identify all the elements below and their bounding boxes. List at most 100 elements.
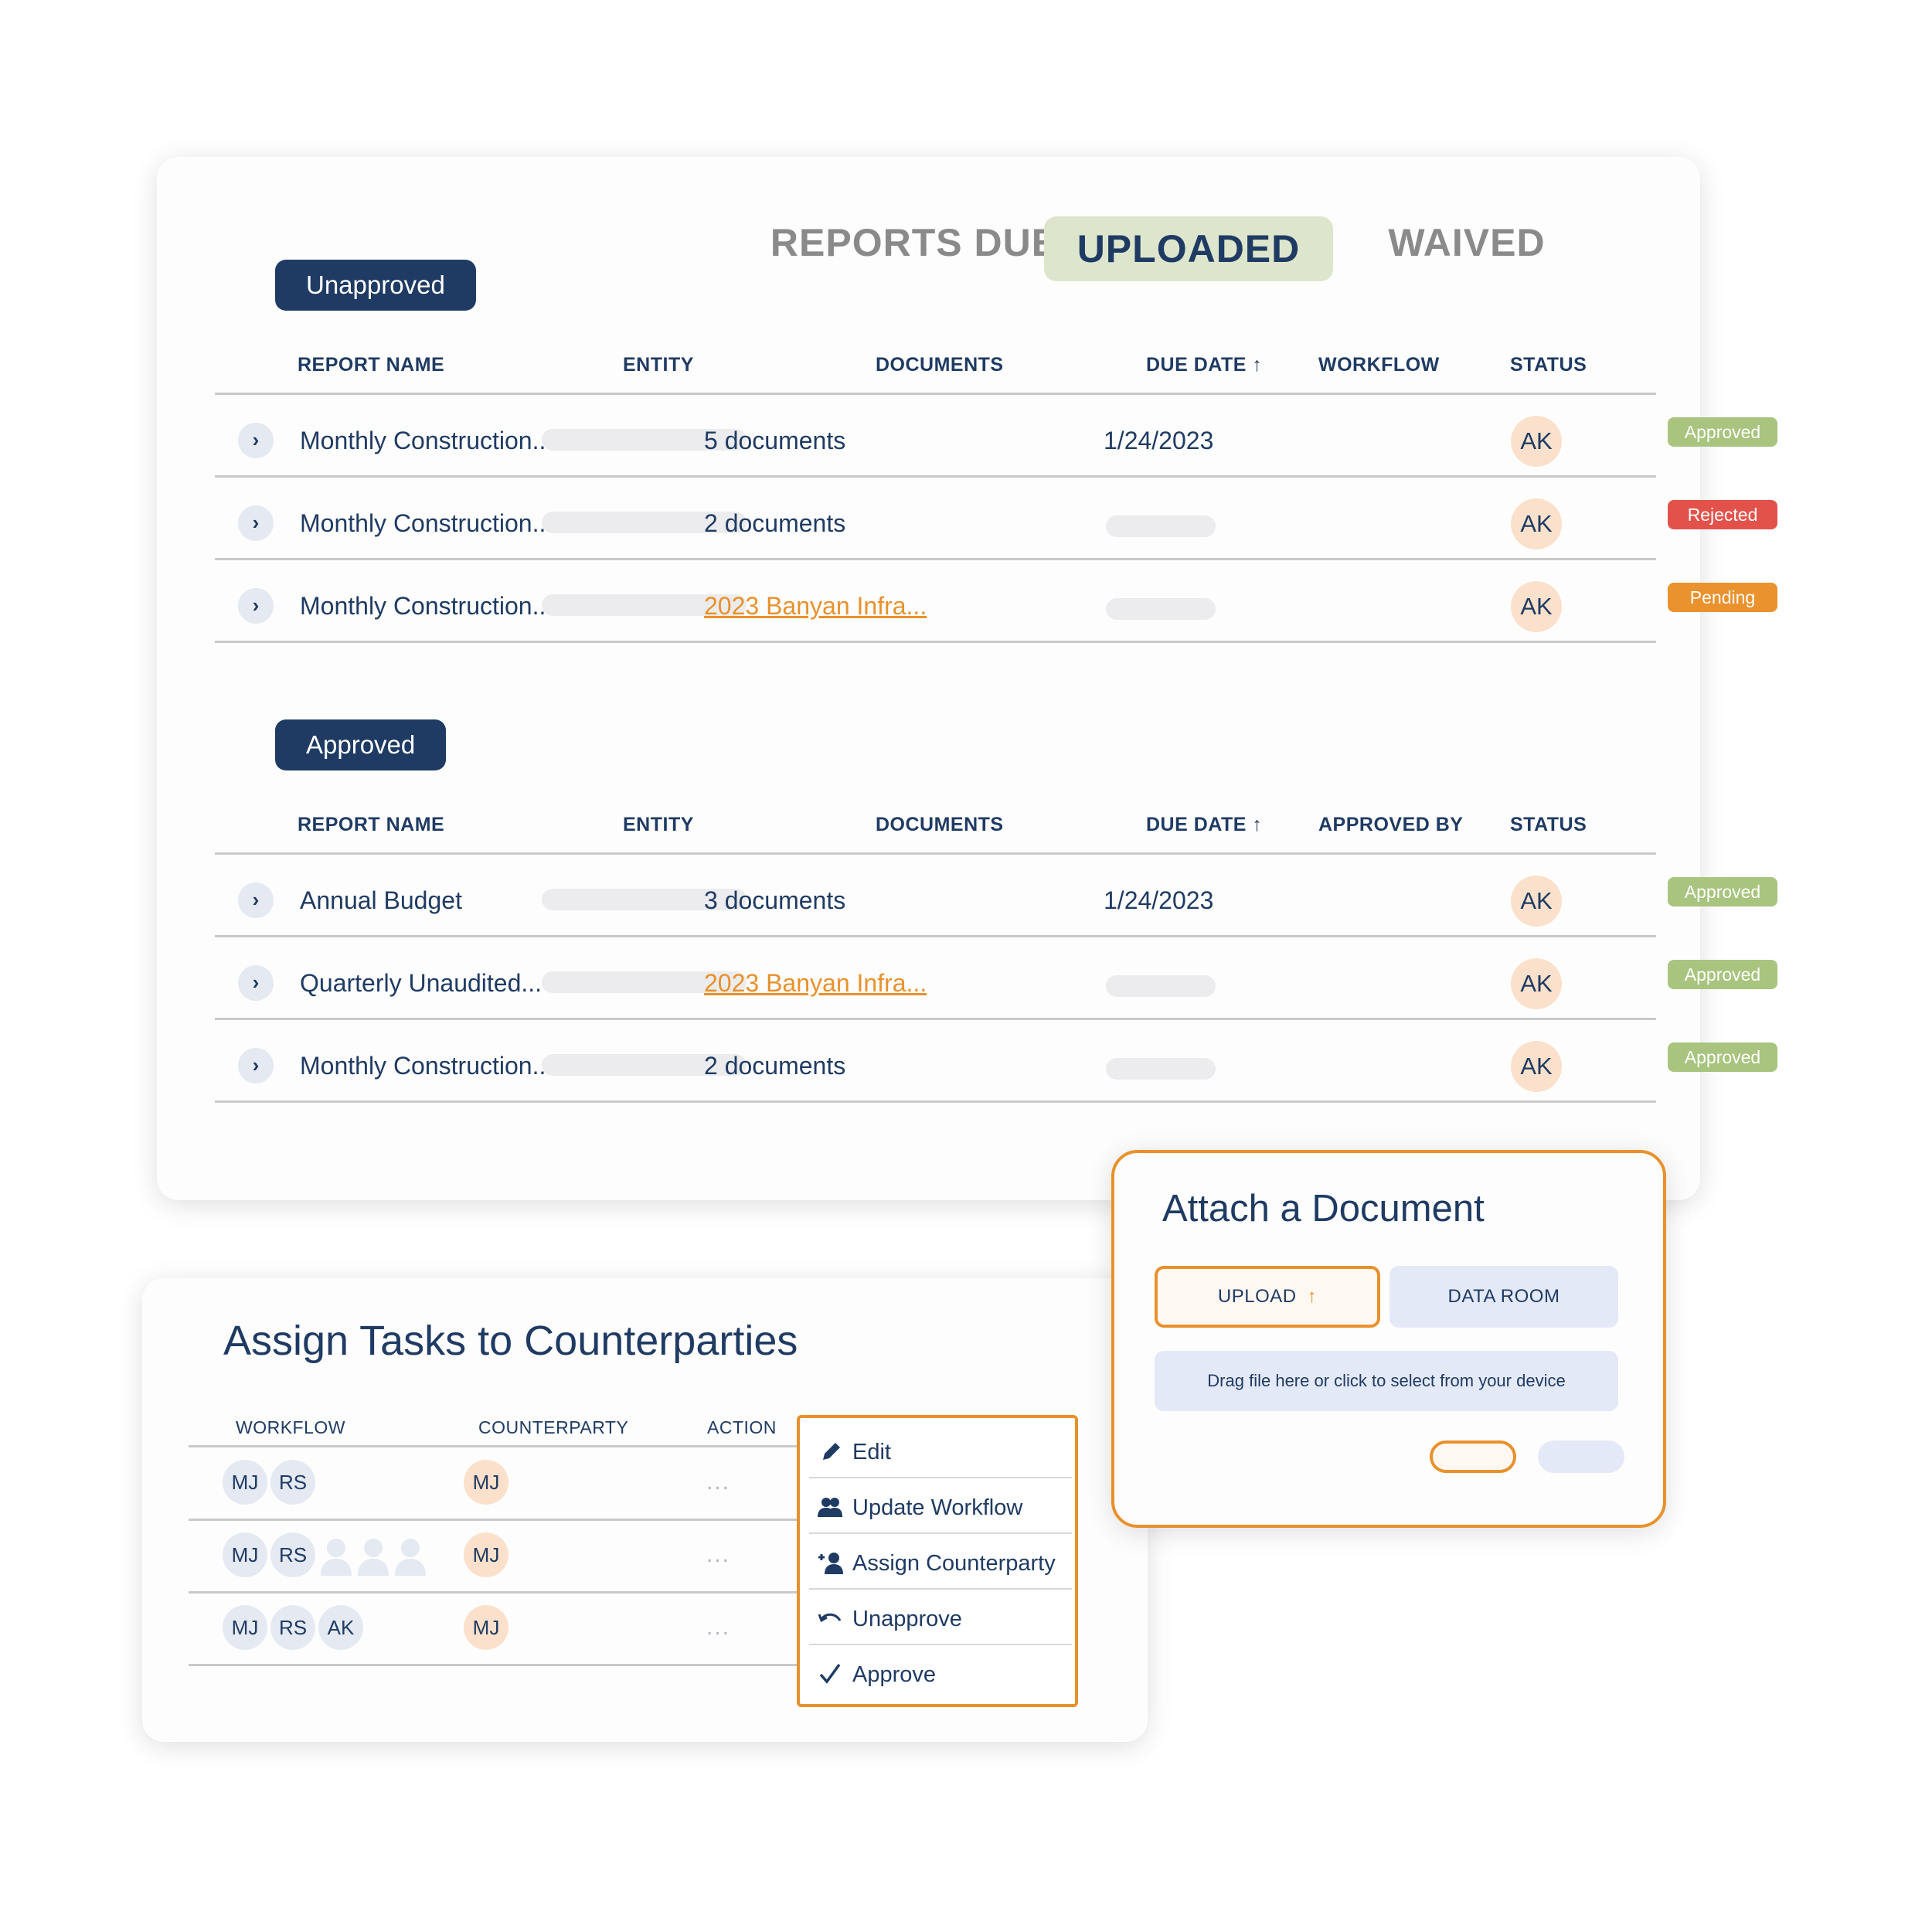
row-action-menu: Edit Update Workflow Assign Counterparty Un… (797, 1415, 1078, 1707)
column-header-workflow: WORKFLOW (236, 1417, 345, 1437)
workflow-member-avatar: RS (270, 1532, 315, 1577)
report-name[interactable]: Monthly Construction... (300, 592, 553, 621)
documents-count: 3 documents (704, 886, 846, 914)
menu-item-update-workflow[interactable]: Update Workflow (809, 1478, 1072, 1534)
chevron-right-icon: › (252, 1053, 260, 1077)
sort-ascending-icon: ↑ (1252, 814, 1263, 835)
cancel-button[interactable] (1538, 1440, 1624, 1473)
column-header-status: STATUS (1510, 814, 1587, 835)
tab-uploaded[interactable]: UPLOADED (1044, 216, 1333, 281)
report-name[interactable]: Annual Budget (300, 886, 462, 915)
expand-row-button[interactable]: › (238, 423, 274, 458)
upload-arrow-icon: ↑ (1307, 1286, 1318, 1307)
avatar: AK (1511, 958, 1562, 1009)
report-name[interactable]: Quarterly Unaudited... (300, 969, 542, 998)
report-name[interactable]: Monthly Construction... (300, 509, 553, 538)
chevron-right-icon: › (252, 971, 260, 994)
column-header-counterparty: COUNTERPARTY (478, 1417, 629, 1437)
chevron-right-icon: › (252, 888, 260, 911)
table-row: › Quarterly Unaudited... 2023 Banyan Infra… (215, 937, 1777, 1018)
avatar: AK (1511, 498, 1562, 549)
menu-item-label: Approve (852, 1662, 937, 1687)
table-divider (189, 1664, 838, 1666)
reports-panel: REPORTS DUE UPLOADED WAIVED Unapproved R… (157, 157, 1777, 1200)
table-row: › Monthly Construction... 2023 Banyan Infr… (215, 560, 1777, 641)
column-header-due-date-label: DUE DATE (1146, 354, 1247, 376)
column-header-report-name: REPORT NAME (298, 814, 445, 835)
table-row: › Monthly Construction... 2 documents AK App… (215, 1019, 1777, 1100)
attach-dialog-title: Attach a Document (1162, 1188, 1485, 1230)
person-placeholder-icon (318, 1532, 354, 1577)
chevron-right-icon: › (252, 428, 260, 451)
status-badge: Approved (1668, 960, 1777, 989)
confirm-button[interactable] (1430, 1440, 1516, 1473)
document-link[interactable]: 2023 Banyan Infra... (704, 592, 927, 621)
workflow-member-avatar: MJ (223, 1605, 267, 1650)
workflow-member-avatar: MJ (223, 1532, 267, 1577)
column-header-report-name: REPORT NAME (298, 354, 445, 376)
column-header-entity: ENTITY (623, 354, 694, 376)
menu-item-label: Edit (852, 1440, 891, 1464)
upload-label: UPLOAD (1217, 1286, 1297, 1307)
status-badge: Pending (1668, 583, 1777, 612)
table-divider (215, 641, 1656, 643)
report-name[interactable]: Monthly Construction... (300, 1052, 553, 1080)
menu-item-label: Update Workflow (852, 1495, 1023, 1520)
menu-item-edit[interactable]: Edit (809, 1423, 1072, 1478)
avatar: AK (1511, 416, 1562, 467)
data-room-button[interactable]: DATA ROOM (1389, 1266, 1618, 1328)
table-row: MJ RS MJ... (189, 1520, 838, 1590)
approved-section-label: Approved (275, 719, 447, 770)
workflow-member-avatar: RS (270, 1460, 315, 1505)
status-badge: Approved (1668, 1043, 1777, 1072)
table-row: › Monthly Construction... 5 documents 1/24/… (215, 394, 1777, 475)
column-header-due-date[interactable]: DUE DATE ↑ (1146, 814, 1262, 836)
expand-row-button[interactable]: › (238, 505, 274, 541)
expand-row-button[interactable]: › (238, 883, 274, 918)
menu-item-unapprove[interactable]: Unapprove (809, 1590, 1072, 1645)
documents-count: 5 documents (704, 427, 846, 454)
check-icon (817, 1661, 843, 1687)
counterparty-avatar: MJ (464, 1532, 509, 1577)
table-row: › Annual Budget 3 documents 1/24/2023 AK Appr… (215, 854, 1777, 935)
column-header-entity: ENTITY (623, 814, 694, 835)
workflow-member-avatar: AK (318, 1605, 363, 1650)
menu-item-approve[interactable]: Approve (809, 1645, 1072, 1701)
expand-row-button[interactable]: › (238, 588, 274, 624)
upload-button[interactable]: UPLOAD ↑ (1155, 1266, 1380, 1328)
attach-document-dialog: Attach a Document UPLOAD ↑ DATA ROOM Drag… (1111, 1150, 1666, 1528)
pencil-icon (817, 1438, 843, 1464)
table-divider (215, 1100, 1656, 1103)
document-link[interactable]: 2023 Banyan Infra... (704, 969, 927, 998)
menu-item-assign-counterparty[interactable]: Assign Counterparty (809, 1534, 1072, 1590)
column-header-status: STATUS (1510, 354, 1587, 376)
column-header-documents: DOCUMENTS (876, 814, 1004, 835)
counterparty-avatar: MJ (464, 1460, 509, 1505)
column-header-documents: DOCUMENTS (876, 354, 1004, 376)
due-date-placeholder (1106, 598, 1216, 620)
person-placeholder-icon (355, 1532, 391, 1577)
documents-count: 2 documents (704, 509, 846, 537)
sort-ascending-icon: ↑ (1252, 354, 1263, 376)
workflow-member-avatar: RS (270, 1605, 315, 1650)
more-actions-icon[interactable]: ... (706, 1614, 730, 1641)
due-date: 1/24/2023 (1104, 427, 1214, 454)
expand-row-button[interactable]: › (238, 1048, 274, 1083)
more-actions-icon[interactable]: ... (706, 1542, 730, 1568)
due-date-placeholder (1106, 515, 1216, 537)
avatar: AK (1511, 581, 1562, 632)
report-name[interactable]: Monthly Construction... (300, 427, 553, 455)
more-actions-icon[interactable]: ... (706, 1469, 730, 1495)
add-user-icon (817, 1549, 843, 1576)
column-header-due-date[interactable]: DUE DATE ↑ (1146, 354, 1262, 376)
due-date-placeholder (1106, 975, 1216, 997)
file-dropzone[interactable]: Drag file here or click to select from y… (1155, 1351, 1618, 1411)
expand-row-button[interactable]: › (238, 965, 274, 1001)
table-row: MJ RS AK MJ... (189, 1593, 838, 1662)
person-placeholder-icon (393, 1532, 428, 1577)
tab-waived[interactable]: WAIVED (1351, 220, 1583, 265)
chevron-right-icon: › (252, 511, 260, 534)
avatar: AK (1511, 1041, 1562, 1092)
menu-item-label: Unapprove (852, 1607, 962, 1631)
column-header-action: ACTION (707, 1417, 777, 1437)
